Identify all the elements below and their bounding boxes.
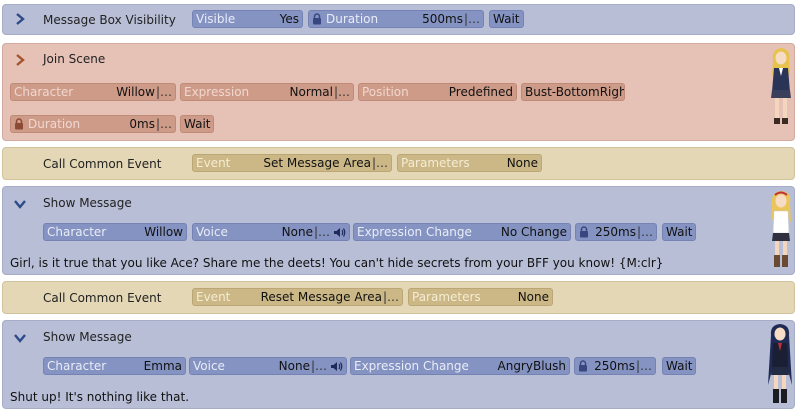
command-title: Join Scene	[43, 52, 106, 66]
command-title: Call Common Event	[43, 291, 162, 305]
voice-field[interactable]: Voice None |…	[192, 223, 350, 241]
chevron-right-icon[interactable]	[13, 12, 27, 26]
chevron-down-icon[interactable]	[13, 331, 27, 345]
character-portrait	[771, 48, 791, 124]
chevron-right-icon[interactable]	[13, 53, 27, 67]
message-text[interactable]: Girl, is it true that you like Ace? Shar…	[10, 256, 663, 270]
command-show-message[interactable]: Show Message Character Willow Voice None…	[2, 186, 795, 275]
command-join-scene[interactable]: Join Scene Character Willow |… Expressio…	[2, 43, 795, 141]
character-field[interactable]: Character Willow	[43, 223, 187, 241]
lock-icon	[578, 360, 588, 372]
expression-field[interactable]: Expression Normal |…	[180, 83, 354, 101]
position-preset-field[interactable]: Bust-BottomRight	[521, 83, 625, 101]
lock-icon	[14, 118, 24, 130]
duration-field[interactable]: Duration 0ms |…	[10, 115, 176, 133]
lock-icon	[579, 226, 589, 238]
event-field[interactable]: Event Set Message Area |…	[192, 154, 392, 172]
event-field[interactable]: Event Reset Message Area |…	[192, 288, 403, 306]
wait-toggle[interactable]: Wait	[662, 223, 696, 241]
parameters-field[interactable]: Parameters None	[397, 154, 542, 172]
duration-field[interactable]: Duration 500ms |…	[308, 10, 484, 28]
command-title: Call Common Event	[43, 157, 162, 171]
command-call-common-event[interactable]: Call Common Event Event Reset Message Ar…	[2, 281, 795, 314]
voice-field[interactable]: Voice None |…	[189, 357, 347, 375]
command-title: Message Box Visibility	[43, 13, 176, 27]
lock-icon	[312, 13, 322, 25]
expression-change-field[interactable]: Expression Change No Change	[353, 223, 571, 241]
command-call-common-event[interactable]: Call Common Event Event Set Message Area…	[2, 147, 795, 180]
character-field[interactable]: Character Willow |…	[10, 83, 176, 101]
chevron-down-icon[interactable]	[13, 197, 27, 211]
character-field[interactable]: Character Emma	[43, 357, 186, 375]
command-show-message[interactable]: Show Message Character Emma Voice None |…	[2, 320, 795, 409]
duration-field[interactable]: 250ms |…	[574, 357, 656, 375]
command-title: Show Message	[43, 196, 132, 210]
message-text[interactable]: Shut up! It's nothing like that.	[10, 390, 189, 404]
expression-change-field[interactable]: Expression Change AngryBlush	[350, 357, 570, 375]
command-message-box-visibility[interactable]: Message Box Visibility Visible Yes Durat…	[2, 4, 795, 35]
wait-toggle[interactable]: Wait	[180, 115, 214, 133]
character-portrait	[771, 191, 791, 267]
character-portrait	[768, 324, 792, 403]
wait-toggle[interactable]: Wait	[489, 10, 524, 28]
speaker-icon[interactable]	[330, 361, 343, 372]
position-field[interactable]: Position Predefined	[358, 83, 517, 101]
parameters-field[interactable]: Parameters None	[408, 288, 553, 306]
command-title: Show Message	[43, 330, 132, 344]
duration-field[interactable]: 250ms |…	[575, 223, 657, 241]
wait-toggle[interactable]: Wait	[662, 357, 696, 375]
visible-field[interactable]: Visible Yes	[192, 10, 303, 28]
speaker-icon[interactable]	[333, 227, 346, 238]
